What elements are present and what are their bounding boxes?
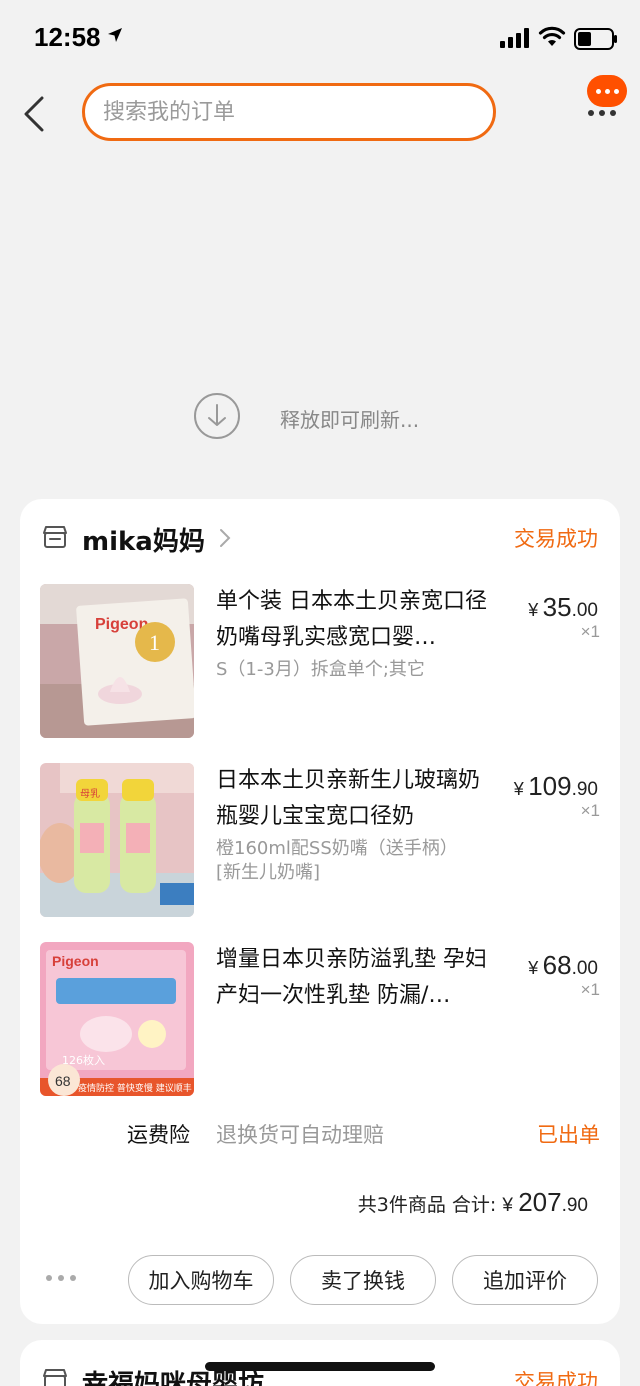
item-quantity: ×1 (580, 980, 600, 999)
total-amount: ¥ 207.90 (502, 1187, 588, 1217)
item-spec: S（1-3月）拆盒单个;其它 (216, 659, 425, 680)
product-thumbnail[interactable]: Pigeon 1 (40, 584, 194, 738)
resell-button[interactable]: 卖了换钱 (290, 1255, 436, 1305)
brand-text: Pigeon (52, 953, 99, 969)
item-title[interactable]: 增量日本贝亲防溢乳垫 孕妇产妇一次性乳垫 防漏/… (216, 942, 500, 1014)
product-thumbnail[interactable]: Pigeon 126枚入 疫情防控 普快变慢 建议顺丰 68 (40, 942, 194, 1096)
product-thumbnail[interactable]: 母乳 (40, 763, 194, 917)
insurance-desc: 退换货可自动理赔 (216, 1123, 384, 1147)
order-status: 交易成功 (514, 1370, 598, 1386)
order-total: 共3件商品 合计: ¥ 207.90 (358, 1187, 588, 1218)
location-arrow-icon (108, 28, 122, 42)
insurance-label: 运费险 (127, 1123, 190, 1147)
shop-icon (43, 1369, 67, 1386)
item-price: ¥ 68.00 (528, 950, 598, 980)
chevron-right-icon (220, 529, 231, 547)
status-time: 12:58 (34, 22, 101, 52)
badge-dot (595, 88, 601, 94)
more-actions-icon[interactable] (46, 1275, 76, 1281)
home-indicator[interactable] (205, 1362, 435, 1371)
more-menu-icon[interactable] (588, 110, 616, 116)
badge-text: 68 (55, 1073, 71, 1089)
item-spec: 橙160ml配SS奶嘴（送手柄）[新生儿奶嘴] (216, 838, 449, 883)
order-item[interactable]: 母乳 日本本土贝亲新生儿玻璃奶瓶婴儿宝宝宽口径奶 橙160ml配SS奶嘴（送手柄… (20, 763, 620, 923)
svg-text:1: 1 (149, 630, 160, 655)
item-quantity: ×1 (580, 622, 600, 641)
item-title[interactable]: 单个装 日本本土贝亲宽口径奶嘴母乳实感宽口婴… (216, 584, 500, 656)
banner-text: 疫情防控 普快变慢 建议顺丰 (78, 1082, 192, 1094)
badge-dot (604, 88, 610, 94)
message-badge[interactable] (587, 75, 627, 107)
search-input[interactable] (103, 99, 463, 125)
badge-dot (613, 88, 619, 94)
cellular-signal-icon (500, 28, 529, 48)
pull-to-refresh: 释放即可刷新... (0, 392, 640, 442)
back-chevron-icon[interactable] (20, 94, 48, 134)
add-review-button[interactable]: 追加评价 (452, 1255, 598, 1305)
status-bar: 12:58 (0, 0, 640, 80)
item-price: ¥ 35.00 (528, 592, 598, 622)
total-prefix: 共3件商品 合计: (357, 1194, 497, 1216)
search-box[interactable] (82, 83, 496, 141)
order-actions: 加入购物车 卖了换钱 追加评价 (20, 1255, 620, 1307)
order-card[interactable]: mika妈妈 交易成功 Pigeon 1 单个装 日本本土贝亲宽口径奶嘴母乳实感… (20, 499, 620, 1324)
shop-icon (43, 526, 67, 548)
order-item[interactable]: Pigeon 126枚入 疫情防控 普快变慢 建议顺丰 68 增量日本贝亲防溢乳… (20, 942, 620, 1102)
bottle-label: 母乳 (80, 787, 100, 800)
item-quantity: ×1 (580, 801, 600, 820)
item-price: ¥ 109.90 (513, 771, 598, 801)
shop-header[interactable]: mika妈妈 交易成功 (20, 519, 620, 559)
navigation-bar (0, 75, 640, 150)
shipping-insurance-row[interactable]: 运费险 退换货可自动理赔 已出单 (20, 1117, 620, 1151)
add-to-cart-button[interactable]: 加入购物车 (128, 1255, 274, 1305)
battery-icon (574, 28, 617, 50)
arrow-down-circle-icon (194, 393, 240, 439)
insurance-status: 已出单 (537, 1123, 600, 1147)
refresh-text: 释放即可刷新... (280, 408, 420, 432)
order-status: 交易成功 (514, 527, 598, 551)
wifi-icon (538, 26, 566, 46)
shop-name[interactable]: mika妈妈 (82, 521, 205, 558)
item-title[interactable]: 日本本土贝亲新生儿玻璃奶瓶婴儿宝宝宽口径奶 (216, 763, 500, 835)
order-item[interactable]: Pigeon 1 单个装 日本本土贝亲宽口径奶嘴母乳实感宽口婴… S（1-3月）… (20, 584, 620, 744)
